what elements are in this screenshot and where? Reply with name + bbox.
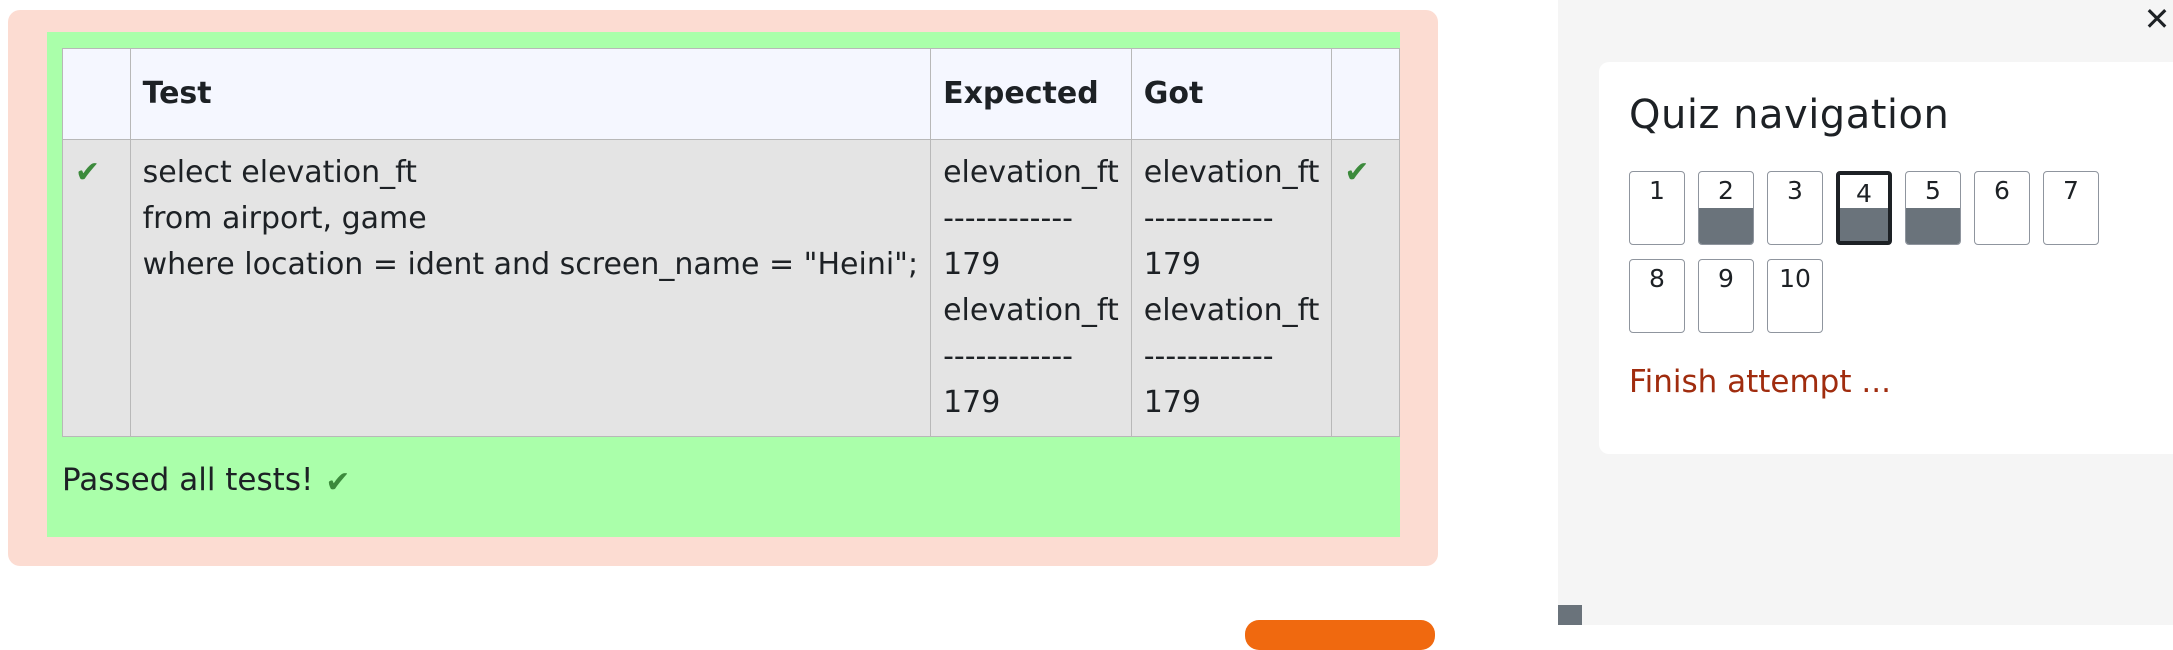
cell-line: elevation_ft bbox=[1143, 293, 1320, 328]
header-got-column: Got bbox=[1130, 48, 1333, 140]
question-button-5[interactable]: 5 bbox=[1905, 171, 1961, 245]
header-test-column: Test bbox=[129, 48, 932, 140]
question-number: 5 bbox=[1925, 176, 1941, 205]
question-outcome-panel: Test Expected Got ✔ select elevation_ftf… bbox=[8, 10, 1438, 566]
test-results-panel: Test Expected Got ✔ select elevation_ftf… bbox=[47, 32, 1400, 537]
cell-line: ------------ bbox=[943, 339, 1073, 374]
answered-indicator bbox=[1906, 208, 1960, 244]
question-button-8[interactable]: 8 bbox=[1629, 259, 1685, 333]
table-row: ✔ select elevation_ftfrom airport, game w… bbox=[62, 139, 1400, 437]
question-number: 8 bbox=[1649, 264, 1665, 293]
question-number: 7 bbox=[2063, 176, 2079, 205]
cell-line: elevation_ft bbox=[943, 155, 1119, 190]
question-button-9[interactable]: 9 bbox=[1698, 259, 1754, 333]
table-header-row: Test Expected Got bbox=[62, 48, 1400, 140]
answered-indicator bbox=[1699, 208, 1753, 244]
close-icon[interactable]: ✕ bbox=[2140, 2, 2173, 36]
drawer-scrollbar[interactable] bbox=[1558, 605, 1582, 625]
row-status-cell: ✔ bbox=[62, 139, 131, 437]
cell-line: 179 bbox=[943, 385, 1001, 420]
cell-line: where location = ident and screen_name =… bbox=[142, 247, 919, 282]
question-number: 10 bbox=[1779, 264, 1811, 293]
cell-line: ------------ bbox=[943, 201, 1073, 236]
answered-indicator bbox=[1840, 208, 1888, 241]
question-number: 2 bbox=[1718, 176, 1734, 205]
cell-line: 179 bbox=[943, 247, 1001, 282]
cell-line: elevation_ft bbox=[1143, 155, 1320, 190]
header-result-column bbox=[1331, 48, 1400, 140]
question-button-10[interactable]: 10 bbox=[1767, 259, 1823, 333]
finish-attempt-link[interactable]: Finish attempt ... bbox=[1629, 362, 1891, 402]
cell-line: 179 bbox=[1143, 385, 1201, 420]
question-button-1[interactable]: 1 bbox=[1629, 171, 1685, 245]
header-status-column bbox=[62, 48, 131, 140]
question-button-4[interactable]: 4 bbox=[1836, 171, 1892, 245]
question-button-6[interactable]: 6 bbox=[1974, 171, 2030, 245]
check-icon: ✔ bbox=[75, 155, 101, 190]
expected-output-cell: elevation_ft ------------ 179 elevation_ft -… bbox=[930, 139, 1132, 437]
passed-summary-text: Passed all tests! bbox=[62, 462, 314, 498]
question-button-2[interactable]: 2 bbox=[1698, 171, 1754, 245]
check-icon: ✔ bbox=[325, 465, 351, 500]
quiz-navigation-block: Quiz navigation 1 2 3 4 5 6 7 8 9 10 Finish attem… bbox=[1599, 62, 2173, 454]
question-number: 6 bbox=[1994, 176, 2010, 205]
check-icon: ✔ bbox=[1344, 155, 1370, 190]
header-expected-column: Expected bbox=[930, 48, 1132, 140]
row-result-cell: ✔ bbox=[1331, 139, 1400, 437]
got-output-cell: elevation_ft ------------ 179 elevation_ft -… bbox=[1130, 139, 1333, 437]
quiz-navigation-title: Quiz navigation bbox=[1629, 92, 1950, 138]
cell-line: select elevation_ft bbox=[142, 155, 417, 190]
question-number: 4 bbox=[1856, 179, 1872, 208]
test-code-cell: select elevation_ftfrom airport, game whe… bbox=[129, 139, 932, 437]
passed-all-tests-message: Passed all tests! ✔ bbox=[62, 460, 351, 500]
cell-line: 179 bbox=[1143, 247, 1201, 282]
cell-line: elevation_ft bbox=[943, 293, 1119, 328]
test-results-table: Test Expected Got ✔ select elevation_ftf… bbox=[62, 48, 1400, 437]
question-button-7[interactable]: 7 bbox=[2043, 171, 2099, 245]
question-number: 3 bbox=[1787, 176, 1803, 205]
cell-line: ------------ bbox=[1143, 339, 1274, 374]
question-number: 1 bbox=[1649, 176, 1665, 205]
question-button-3[interactable]: 3 bbox=[1767, 171, 1823, 245]
cell-line: ------------ bbox=[1143, 201, 1274, 236]
cell-line: from airport, game bbox=[142, 201, 427, 236]
question-number: 9 bbox=[1718, 264, 1734, 293]
